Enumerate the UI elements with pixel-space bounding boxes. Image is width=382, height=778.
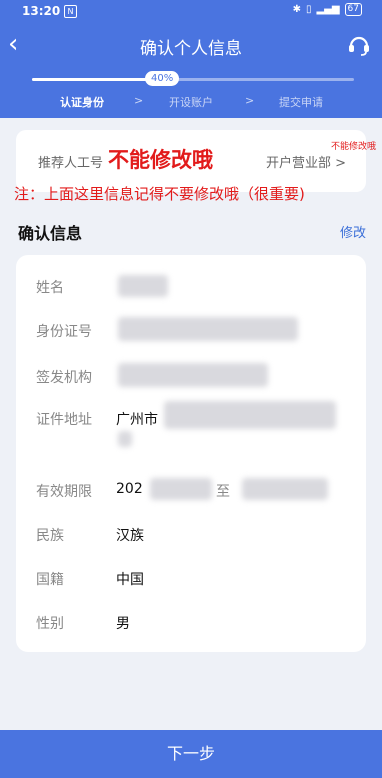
section-title: 确认信息 <box>18 224 83 243</box>
edit-link[interactable]: 修改 <box>340 222 366 241</box>
validity-to: 至 <box>216 484 230 500</box>
address-label: 证件地址 <box>36 412 92 428</box>
page-title: 确认个人信息 <box>140 39 242 59</box>
info-card: 姓名 身份证号 签发机构 证件地址 广州市 有效期限 202 至 民族 汉族 国… <box>16 255 366 652</box>
redacted-name <box>118 275 168 297</box>
header: 13:20 N ✱ ▯ ▂▄▆ 67 ‹ 确认个人信息 40% 认证身份 > 开… <box>0 0 382 118</box>
validity-value: 202 <box>116 481 143 497</box>
id-label: 身份证号 <box>36 324 92 340</box>
validity-label: 有效期限 <box>36 484 92 500</box>
customer-service-icon[interactable] <box>346 32 372 58</box>
progress-bar <box>32 78 354 81</box>
nationality-label: 国籍 <box>36 572 64 588</box>
ethnicity-value: 汉族 <box>116 528 144 544</box>
redacted-address-line2 <box>118 431 132 447</box>
address-value: 广州市 <box>116 412 158 428</box>
step-separator: > <box>134 94 144 107</box>
signal-icon: ▂▄▆ <box>316 4 340 15</box>
step-submit: 提交申请 <box>279 96 323 109</box>
gender-label: 性别 <box>36 616 64 632</box>
step-open-account: 开设账户 <box>169 96 213 109</box>
annotation-do-not-modify: 不能修改哦 <box>108 148 213 172</box>
progress-fill <box>32 78 161 81</box>
notification-badge: N <box>64 5 77 18</box>
step-separator: > <box>245 94 255 107</box>
bluetooth-icon: ✱ <box>292 4 301 15</box>
redacted-issuer <box>118 363 268 387</box>
nav-bar: ‹ 确认个人信息 <box>0 28 382 64</box>
battery-icon: 67 <box>344 3 362 16</box>
annotation-note: 注：上面这里信息记得不要修改哦（很重要) <box>14 185 305 203</box>
redacted-validity-start <box>150 478 212 500</box>
redacted-address <box>164 401 336 429</box>
progress-percent: 40% <box>145 71 180 86</box>
step-indicator: 认证身份 > 开设账户 > 提交申请 <box>0 94 382 110</box>
status-time: 13:20 <box>22 4 61 18</box>
name-label: 姓名 <box>36 280 64 296</box>
step-verify-identity: 认证身份 <box>60 96 104 109</box>
redacted-validity-end <box>242 478 328 500</box>
next-step-button[interactable]: 下一步 <box>0 730 382 778</box>
status-icons: ✱ ▯ ▂▄▆ 67 <box>293 3 362 16</box>
referrer-label: 推荐人工号 <box>38 156 104 171</box>
annotation-do-not-modify-small: 不能修改哦 <box>330 142 376 152</box>
issuer-label: 签发机构 <box>36 370 92 386</box>
redacted-id <box>118 317 298 341</box>
status-bar: 13:20 N ✱ ▯ ▂▄▆ 67 <box>0 0 382 24</box>
ethnicity-label: 民族 <box>36 528 64 544</box>
branch-selector[interactable]: 开户营业部 > <box>266 152 346 171</box>
gender-value: 男 <box>116 616 130 632</box>
nationality-value: 中国 <box>116 572 144 588</box>
vibrate-icon: ▯ <box>305 4 312 15</box>
